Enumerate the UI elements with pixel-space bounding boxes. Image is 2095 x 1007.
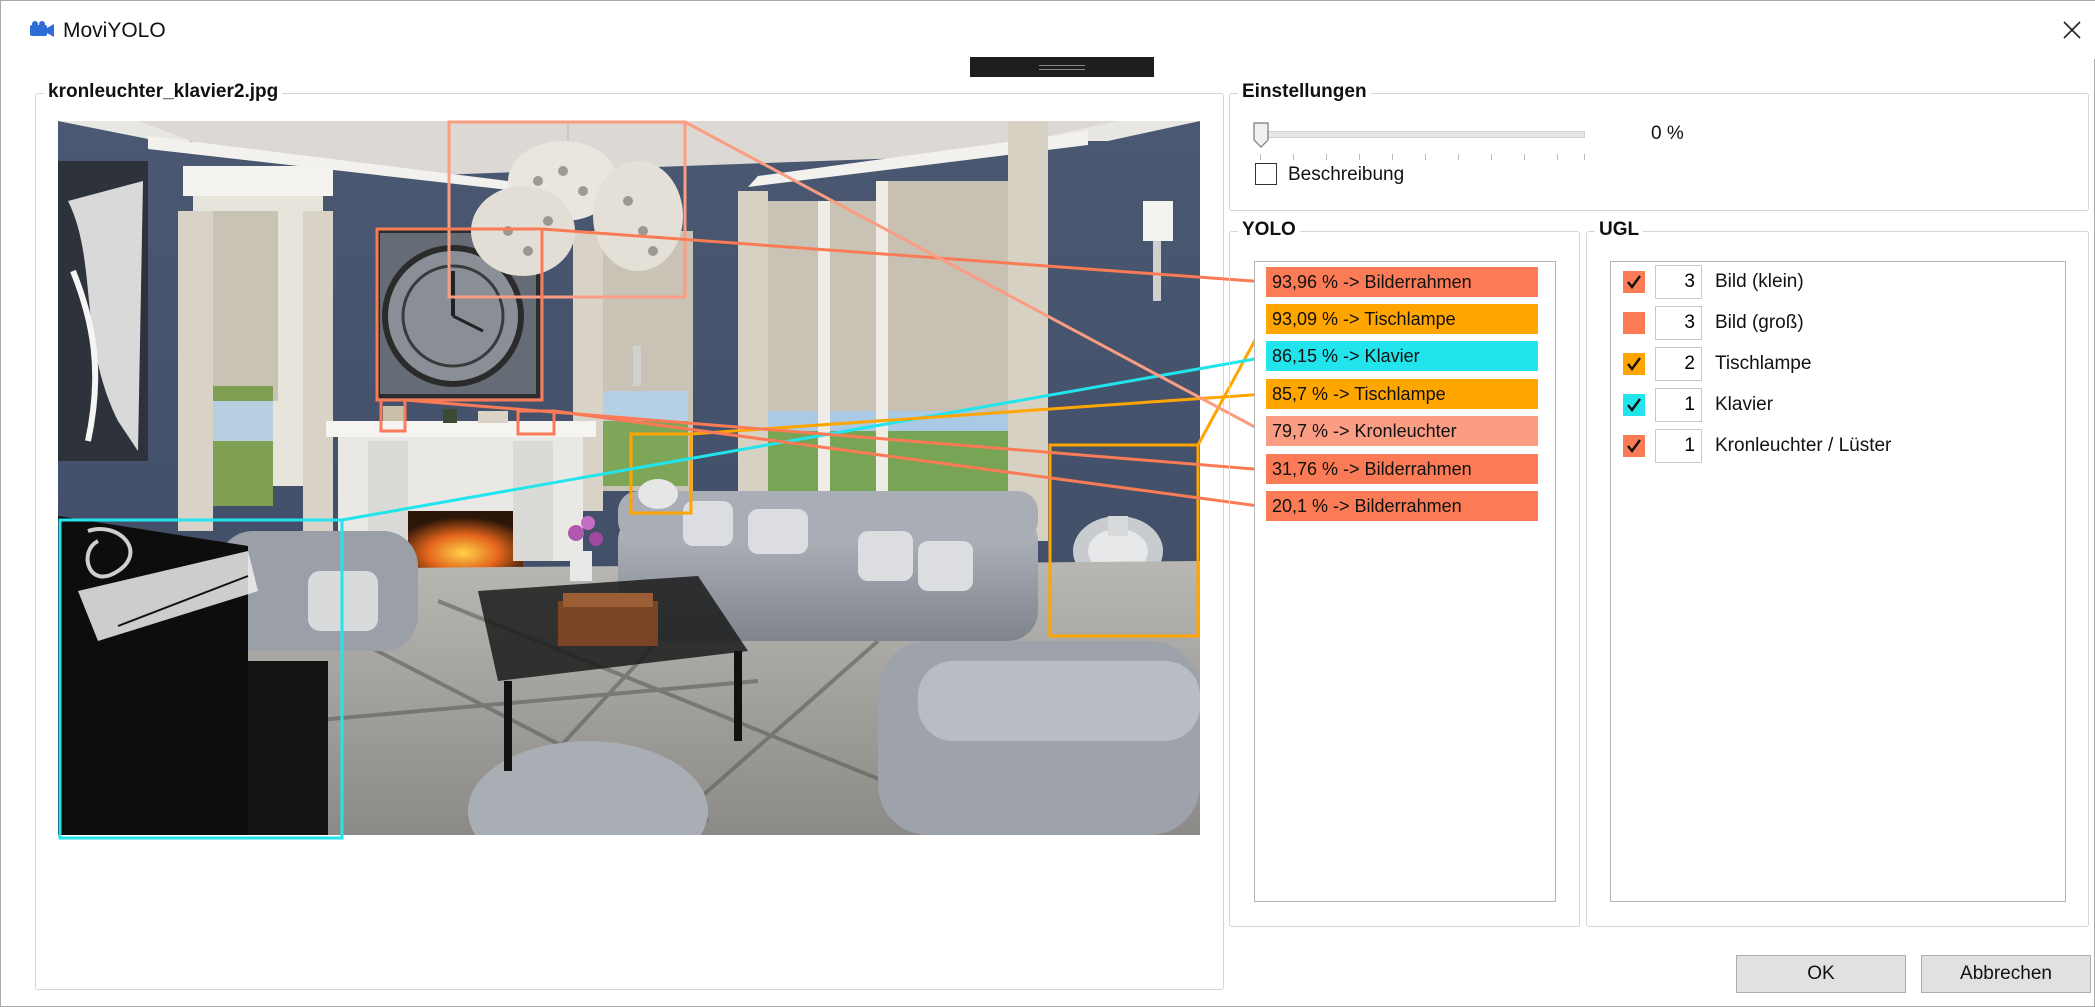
ugl-count: 1 bbox=[1655, 429, 1702, 463]
ugl-checkbox[interactable] bbox=[1623, 394, 1645, 416]
checkmark-icon bbox=[1627, 398, 1641, 412]
ugl-label: Tischlampe bbox=[1715, 353, 1812, 374]
checkmark-icon bbox=[1627, 275, 1641, 289]
close-icon bbox=[2063, 21, 2081, 39]
title-bar: MoviYOLO bbox=[1, 1, 2095, 59]
image-filename: kronleuchter_klavier2.jpg bbox=[44, 81, 283, 103]
slider-tick bbox=[1491, 154, 1492, 160]
yolo-title: YOLO bbox=[1238, 219, 1300, 241]
ugl-checkbox[interactable] bbox=[1623, 435, 1645, 457]
ugl-count: 1 bbox=[1655, 388, 1702, 422]
detection-image[interactable] bbox=[58, 121, 1200, 835]
ugl-item-bild-klein[interactable]: 3 Bild (klein) bbox=[1623, 265, 2043, 299]
ugl-item-kronleuchter[interactable]: 1 Kronleuchter / Lüster bbox=[1623, 429, 2043, 463]
yolo-detection-item[interactable]: 20,1 % -> Bilderrahmen bbox=[1266, 491, 1538, 521]
threshold-slider-track[interactable] bbox=[1255, 131, 1585, 138]
ugl-label: Bild (klein) bbox=[1715, 271, 1804, 292]
yolo-detection-item[interactable]: 86,15 % -> Klavier bbox=[1266, 341, 1538, 371]
ugl-item-tischlampe[interactable]: 2 Tischlampe bbox=[1623, 347, 2043, 381]
panel-splitter-handle[interactable] bbox=[970, 57, 1154, 77]
ugl-item-bild-gross[interactable]: 3 Bild (groß) bbox=[1623, 306, 2043, 340]
slider-tick bbox=[1425, 154, 1426, 160]
slider-tick bbox=[1260, 154, 1261, 160]
slider-tick bbox=[1359, 154, 1360, 160]
ugl-checkbox[interactable] bbox=[1623, 353, 1645, 375]
yolo-detection-item[interactable]: 31,76 % -> Bilderrahmen bbox=[1266, 454, 1538, 484]
threshold-slider-thumb[interactable] bbox=[1253, 122, 1269, 148]
ugl-label: Klavier bbox=[1715, 394, 1774, 415]
movie-camera-icon bbox=[30, 21, 54, 37]
moviyolo-dialog: MoviYOLO kronleuchter_klavier2.jpg Einst… bbox=[0, 0, 2095, 1007]
slider-tick bbox=[1458, 154, 1459, 160]
yolo-detection-item[interactable]: 93,96 % -> Bilderrahmen bbox=[1266, 267, 1538, 297]
yolo-detection-item[interactable]: 85,7 % -> Tischlampe bbox=[1266, 379, 1538, 409]
ugl-label: Kronleuchter / Lüster bbox=[1715, 435, 1892, 456]
close-button[interactable] bbox=[2055, 13, 2089, 47]
slider-tick bbox=[1524, 154, 1525, 160]
checkmark-icon bbox=[1627, 357, 1641, 371]
ugl-title: UGL bbox=[1595, 219, 1644, 241]
ok-button[interactable]: OK bbox=[1736, 955, 1906, 993]
slider-tick bbox=[1326, 154, 1327, 160]
yolo-detection-item[interactable]: 79,7 % -> Kronleuchter bbox=[1266, 416, 1538, 446]
slider-tick bbox=[1584, 154, 1585, 160]
description-checkbox[interactable] bbox=[1255, 163, 1277, 185]
settings-title: Einstellungen bbox=[1238, 81, 1371, 103]
ugl-item-klavier[interactable]: 1 Klavier bbox=[1623, 388, 2043, 422]
slider-tick bbox=[1557, 154, 1558, 160]
ugl-count: 3 bbox=[1655, 306, 1702, 340]
checkmark-icon bbox=[1627, 439, 1641, 453]
ugl-checkbox[interactable] bbox=[1623, 271, 1645, 293]
description-label: Beschreibung bbox=[1288, 164, 1405, 185]
slider-tick bbox=[1392, 154, 1393, 160]
ugl-count: 2 bbox=[1655, 347, 1702, 381]
cancel-button[interactable]: Abbrechen bbox=[1921, 955, 2091, 993]
living-room-photo bbox=[58, 121, 1200, 835]
ugl-count: 3 bbox=[1655, 265, 1702, 299]
settings-group: Einstellungen bbox=[1229, 81, 2089, 211]
window-title: MoviYOLO bbox=[63, 19, 166, 42]
yolo-detection-item[interactable]: 93,09 % -> Tischlampe bbox=[1266, 304, 1538, 334]
slider-tick bbox=[1293, 154, 1294, 160]
threshold-value: 0 % bbox=[1651, 123, 1684, 144]
ugl-label: Bild (groß) bbox=[1715, 312, 1804, 333]
ugl-checkbox[interactable] bbox=[1623, 312, 1645, 334]
